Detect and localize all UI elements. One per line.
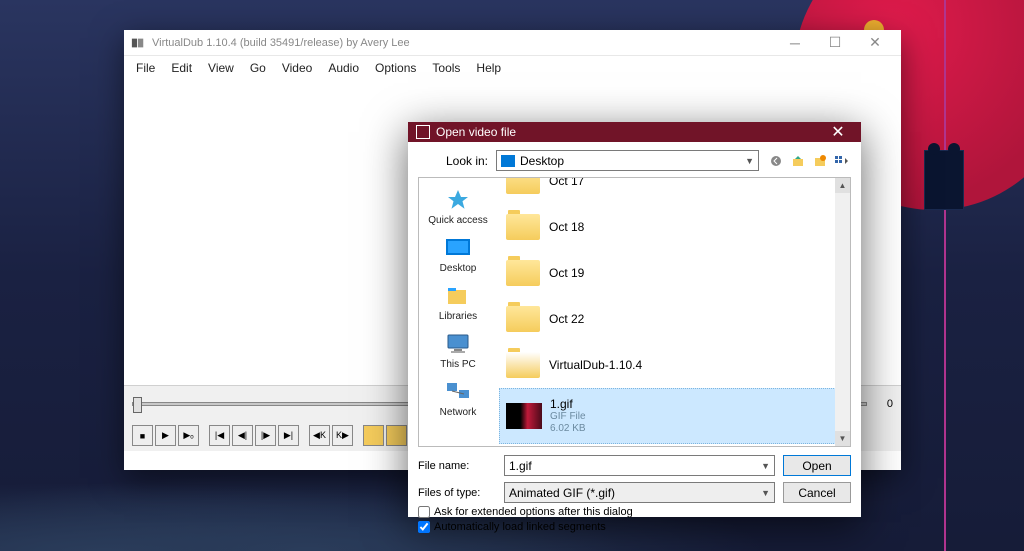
step-fwd-button[interactable]: |▶ — [255, 425, 276, 446]
pc-icon — [443, 332, 473, 356]
list-item[interactable]: VirtualDub-1.10.4 — [499, 342, 848, 388]
menu-tools[interactable]: Tools — [424, 58, 468, 78]
look-in-label: Look in: — [418, 154, 488, 168]
dialog-title-icon — [416, 125, 430, 139]
menu-video[interactable]: Video — [274, 58, 320, 78]
file-type-dropdown[interactable]: Animated GIF (*.gif) ▼ — [504, 482, 775, 503]
mark-out-button[interactable] — [386, 425, 407, 446]
folder-icon — [505, 212, 541, 242]
libraries-icon — [443, 284, 473, 308]
go-end-button[interactable]: ▶| — [278, 425, 299, 446]
minimize-button[interactable]: ─ — [775, 30, 815, 56]
extended-options-checkbox[interactable]: Ask for extended options after this dial… — [418, 506, 851, 518]
place-network[interactable]: Network — [419, 376, 497, 422]
new-folder-button[interactable] — [811, 152, 829, 170]
menu-go[interactable]: Go — [242, 58, 274, 78]
robot-graphic — [924, 150, 964, 210]
stop-button[interactable]: ■ — [132, 425, 153, 446]
open-file-dialog: Open video file ✕ Look in: Desktop ▼ Qui… — [408, 122, 861, 517]
play-output-button[interactable]: ▶ₒ — [178, 425, 199, 446]
place-quick-access[interactable]: Quick access — [419, 184, 497, 230]
file-name-label: File name: — [418, 460, 496, 472]
folder-icon — [505, 304, 541, 334]
main-menubar: File Edit View Go Video Audio Options To… — [124, 56, 901, 80]
place-desktop[interactable]: Desktop — [419, 232, 497, 278]
list-item[interactable]: Oct 18 — [499, 204, 848, 250]
file-name-input[interactable]: 1.gif ▼ — [504, 455, 775, 476]
menu-audio[interactable]: Audio — [320, 58, 367, 78]
up-one-level-button[interactable] — [789, 152, 807, 170]
list-item-selected[interactable]: 1.gif GIF File 6.02 KB — [499, 388, 848, 444]
list-item[interactable]: Oct 22 — [499, 296, 848, 342]
main-window-title: VirtualDub 1.10.4 (build 35491/release) … — [152, 37, 775, 49]
go-start-button[interactable]: |◀ — [209, 425, 230, 446]
mark-in-button[interactable] — [363, 425, 384, 446]
key-prev-button[interactable]: ◀K — [309, 425, 330, 446]
frame-counter: 0 — [873, 398, 893, 410]
file-type-label: Files of type: — [418, 487, 496, 499]
checkbox-input[interactable] — [418, 521, 430, 533]
step-back-button[interactable]: ◀| — [232, 425, 253, 446]
menu-options[interactable]: Options — [367, 58, 424, 78]
look-in-dropdown[interactable]: Desktop ▼ — [496, 150, 759, 171]
folder-icon — [505, 178, 541, 196]
place-libraries[interactable]: Libraries — [419, 280, 497, 326]
timeline-thumb[interactable] — [133, 397, 142, 413]
dialog-titlebar[interactable]: Open video file ✕ — [408, 122, 861, 142]
file-list[interactable]: Oct 17 Oct 18 Oct 19 Oct 22 VirtualDub-1… — [497, 178, 850, 446]
maximize-button[interactable]: ☐ — [815, 30, 855, 56]
back-button[interactable] — [767, 152, 785, 170]
list-item[interactable]: Oct 17 — [499, 178, 848, 204]
scroll-up-button[interactable]: ▲ — [835, 178, 850, 193]
scrollbar[interactable]: ▲ ▼ — [835, 178, 850, 446]
menu-view[interactable]: View — [200, 58, 242, 78]
look-in-value: Desktop — [520, 154, 564, 168]
list-item[interactable]: Oct 19 — [499, 250, 848, 296]
view-menu-button[interactable] — [833, 152, 851, 170]
key-next-button[interactable]: K▶ — [332, 425, 353, 446]
dialog-title: Open video file — [436, 125, 823, 139]
star-icon — [443, 188, 473, 212]
open-button[interactable]: Open — [783, 455, 851, 476]
scroll-down-button[interactable]: ▼ — [835, 431, 850, 446]
chevron-down-icon: ▼ — [745, 156, 754, 166]
gif-thumbnail-icon — [506, 401, 542, 431]
folder-icon — [505, 258, 541, 288]
main-titlebar[interactable]: VirtualDub 1.10.4 (build 35491/release) … — [124, 30, 901, 56]
menu-edit[interactable]: Edit — [163, 58, 200, 78]
chevron-down-icon: ▼ — [761, 461, 770, 471]
file-browser: Quick access Desktop Libraries This PC N… — [418, 177, 851, 447]
play-input-button[interactable]: ▶ — [155, 425, 176, 446]
dialog-close-button[interactable]: ✕ — [823, 122, 853, 142]
menu-help[interactable]: Help — [468, 58, 509, 78]
place-this-pc[interactable]: This PC — [419, 328, 497, 374]
places-bar: Quick access Desktop Libraries This PC N… — [419, 178, 497, 446]
desktop-icon — [443, 236, 473, 260]
checkbox-input[interactable] — [418, 506, 430, 518]
menu-file[interactable]: File — [128, 58, 163, 78]
close-button[interactable]: ✕ — [855, 30, 895, 56]
cancel-button[interactable]: Cancel — [783, 482, 851, 503]
chevron-down-icon: ▼ — [761, 488, 770, 498]
desktop-icon — [501, 155, 515, 167]
load-linked-segments-checkbox[interactable]: Automatically load linked segments — [418, 521, 851, 533]
app-icon — [130, 35, 146, 51]
network-icon — [443, 380, 473, 404]
folder-icon — [505, 350, 541, 380]
